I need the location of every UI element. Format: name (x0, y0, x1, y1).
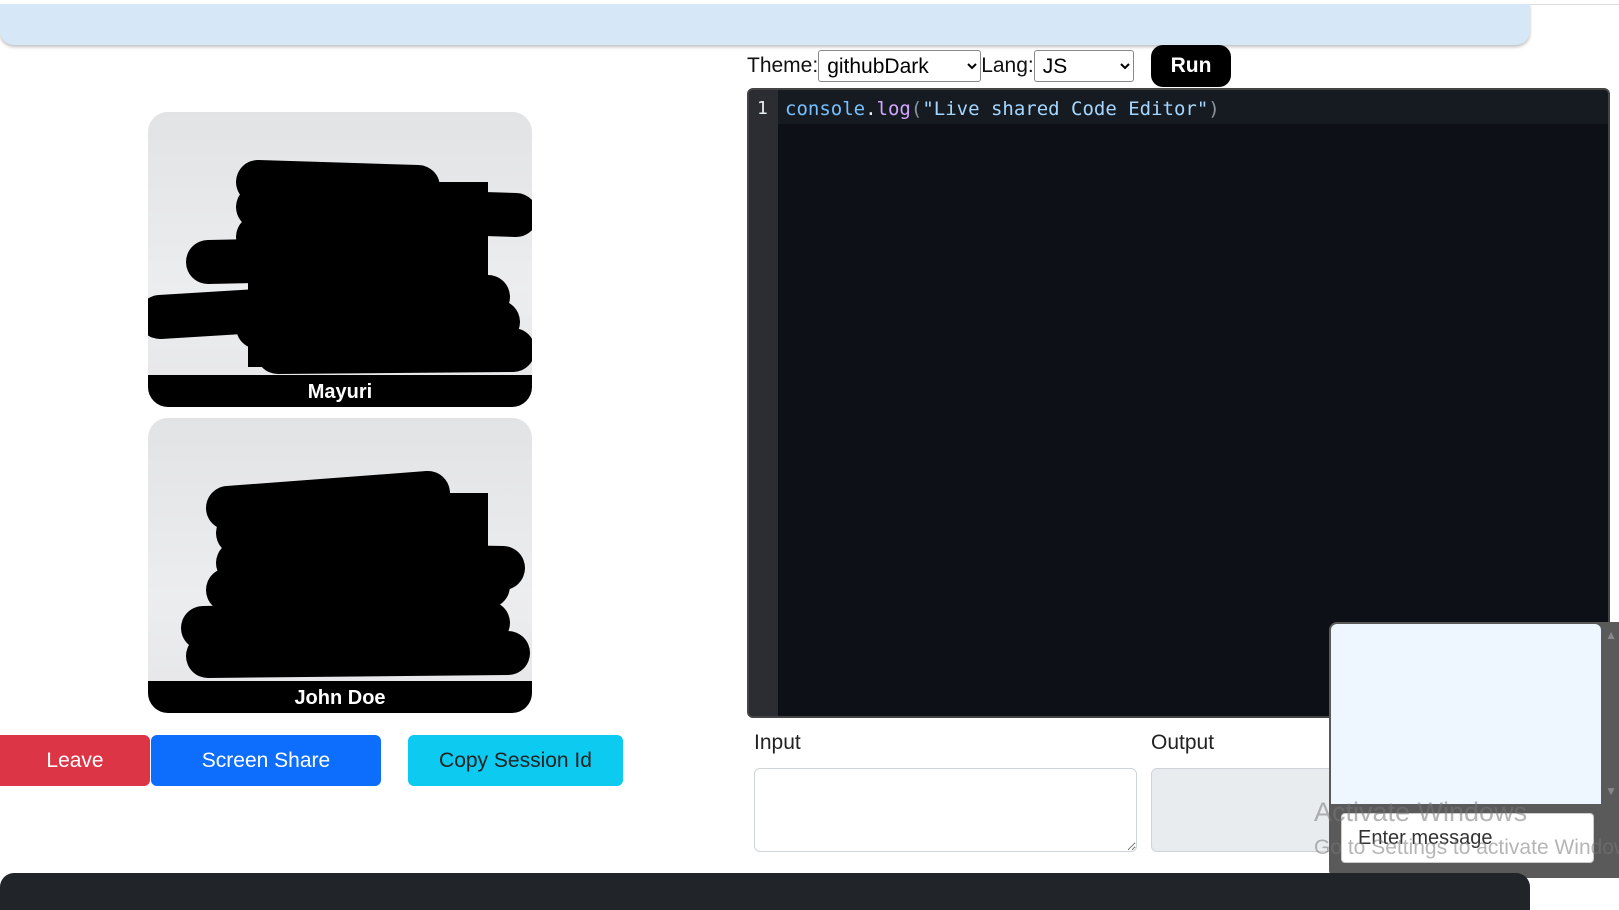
activate-windows-watermark: Activate Windows (1314, 797, 1528, 827)
lang-label: Lang: (981, 54, 1034, 77)
redaction-overlay (181, 471, 530, 678)
code-token-dot: . (865, 98, 877, 120)
theme-label: Theme: (747, 54, 819, 77)
input-label: Input (754, 731, 801, 754)
code-line[interactable]: console.log("Live shared Code Editor") (785, 98, 1220, 120)
code-token-object: console (785, 98, 866, 120)
language-select[interactable]: JS (1033, 50, 1134, 82)
scroll-up-arrow-icon[interactable]: ▲ (1605, 628, 1617, 642)
video-tile-mayuri: Mayuri (148, 112, 532, 407)
line-number: 1 (757, 98, 768, 119)
top-navbar (0, 4, 1530, 45)
run-button[interactable]: Run (1151, 45, 1231, 87)
editor-toolbar: Theme: githubDark Lang: JS (747, 50, 1134, 82)
participant-name: John Doe (148, 681, 532, 713)
redaction-overlay (148, 160, 532, 374)
theme-select[interactable]: githubDark (818, 50, 982, 82)
copy-session-id-button[interactable]: Copy Session Id (408, 735, 623, 786)
activate-windows-hint: Go to Settings to activate Windows. (1314, 836, 1619, 859)
leave-button[interactable]: Leave (0, 735, 150, 786)
participant-name: Mayuri (148, 375, 532, 407)
code-token-paren: ) (1208, 98, 1220, 120)
screen-share-button[interactable]: Screen Share (151, 735, 381, 786)
code-token-string: "Live shared Code Editor" (922, 98, 1209, 120)
code-token-paren: ( (910, 98, 923, 120)
code-token-function: log (876, 98, 911, 120)
line-gutter: 1 (749, 90, 778, 716)
top-divider (1530, 4, 1619, 5)
program-input-field[interactable] (754, 768, 1137, 852)
output-label: Output (1151, 731, 1215, 754)
footer-bar (0, 873, 1530, 910)
chat-messages[interactable] (1331, 624, 1601, 804)
scroll-down-arrow-icon[interactable]: ▼ (1605, 784, 1617, 798)
video-tile-john-doe: John Doe (148, 418, 532, 713)
